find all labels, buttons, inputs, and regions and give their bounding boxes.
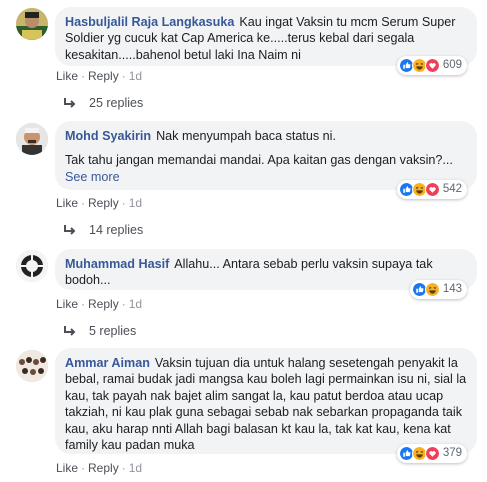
comment-actions: Like · Reply · 1d	[56, 297, 143, 311]
love-reaction-icon	[424, 182, 440, 197]
reply-link[interactable]: Reply	[88, 461, 119, 475]
view-replies[interactable]: 25 replies	[64, 96, 143, 110]
comment-text: Vaksin tujuan dia untuk halang sesetenga…	[65, 356, 467, 453]
reply-link[interactable]: Reply	[88, 196, 119, 210]
avatar[interactable]	[16, 123, 48, 155]
comment-text-continued: Tak tahu jangan memandai mandai. Apa kai…	[65, 153, 453, 168]
reaction-count: 143	[442, 283, 462, 296]
view-replies[interactable]: 14 replies	[64, 223, 143, 237]
view-replies[interactable]: 5 replies	[64, 324, 136, 338]
like-link[interactable]: Like	[56, 196, 78, 210]
reply-link[interactable]: Reply	[88, 297, 119, 311]
comment-bubble: Mohd Syakirin Nak menyumpah baca status n…	[55, 121, 477, 199]
avatar[interactable]	[16, 350, 48, 382]
reaction-summary[interactable]: 542	[396, 180, 467, 199]
reaction-count: 379	[442, 447, 462, 460]
haha-reaction-icon	[424, 282, 440, 297]
comment-text: Nak menyumpah baca status ni.	[156, 129, 336, 143]
replies-count[interactable]: 25 replies	[89, 96, 143, 110]
comment-bubble: Muhammad Hasif Allahu... Antara sebab per…	[55, 249, 477, 299]
reaction-count: 609	[442, 59, 462, 72]
comment-time[interactable]: 1d	[129, 196, 142, 210]
reaction-count: 542	[442, 183, 462, 196]
comment-actions: Like · Reply · 1d	[56, 461, 143, 475]
like-link[interactable]: Like	[56, 297, 78, 311]
comment-actions: Like · Reply · 1d	[56, 196, 143, 210]
like-link[interactable]: Like	[56, 69, 78, 83]
love-reaction-icon	[424, 58, 440, 73]
comment-actions: Like · Reply · 1d	[56, 69, 143, 83]
comment-author[interactable]: Muhammad Hasif	[65, 257, 169, 271]
reply-arrow-icon	[64, 98, 76, 108]
reply-arrow-icon	[64, 225, 76, 235]
love-reaction-icon	[424, 446, 440, 461]
reply-link[interactable]: Reply	[88, 69, 119, 83]
comment-author[interactable]: Ammar Aiman	[65, 356, 150, 370]
reaction-summary[interactable]: 143	[409, 280, 467, 299]
see-more-link[interactable]: See more	[65, 170, 120, 184]
reply-arrow-icon	[64, 326, 76, 336]
comment-time[interactable]: 1d	[129, 461, 142, 475]
reaction-summary[interactable]: 379	[396, 444, 467, 463]
replies-count[interactable]: 14 replies	[89, 223, 143, 237]
comment-author[interactable]: Hasbuljalil Raja Langkasuka	[65, 15, 234, 29]
comment-bubble: Ammar Aiman Vaksin tujuan dia untuk halan…	[55, 348, 477, 463]
avatar[interactable]	[16, 250, 48, 282]
comment-time[interactable]: 1d	[129, 69, 142, 83]
comment-bubble: Hasbuljalil Raja Langkasuka Kau ingat Vak…	[55, 7, 477, 75]
comment-author[interactable]: Mohd Syakirin	[65, 129, 151, 143]
reaction-summary[interactable]: 609	[396, 56, 467, 75]
replies-count[interactable]: 5 replies	[89, 324, 136, 338]
avatar[interactable]	[16, 8, 48, 40]
comment-time[interactable]: 1d	[129, 297, 142, 311]
like-link[interactable]: Like	[56, 461, 78, 475]
